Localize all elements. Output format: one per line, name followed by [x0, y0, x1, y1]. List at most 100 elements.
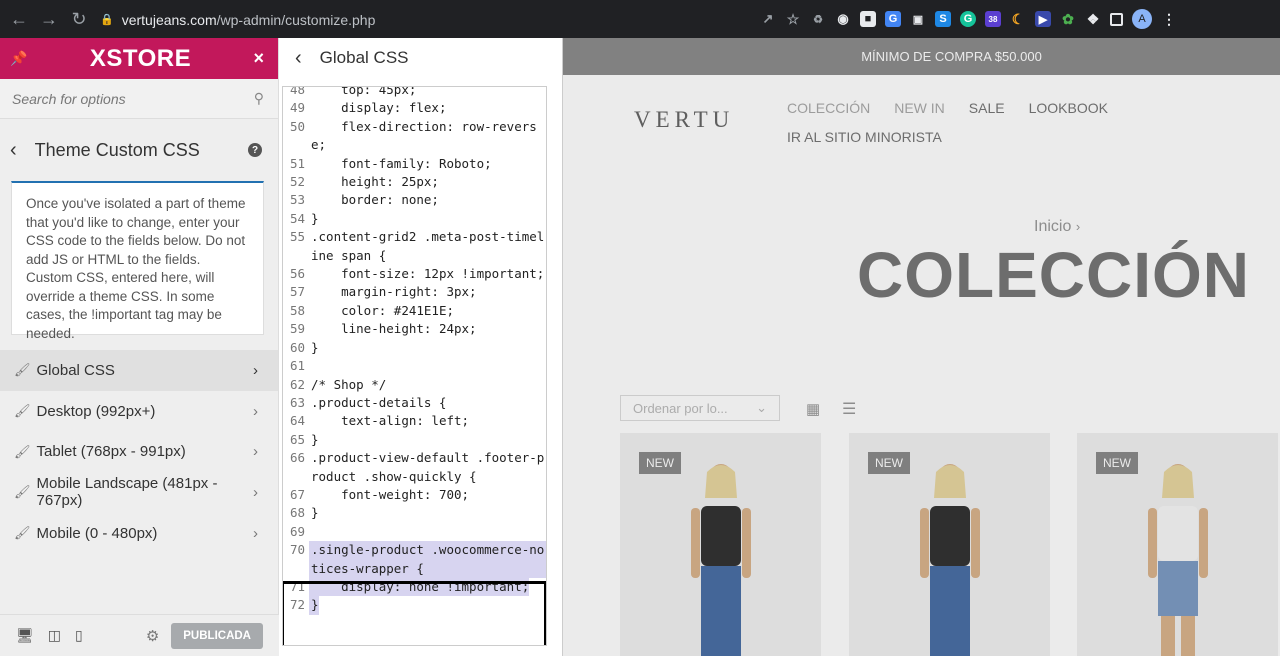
line-number: 57 [289, 284, 305, 300]
menu-item-tablet[interactable]: 🖌 Tablet (768px - 991px) › [0, 431, 278, 472]
menu-item-mobile-landscape[interactable]: 🖌 Mobile Landscape (481px - 767px) › [0, 472, 278, 513]
line-number: 61 [289, 358, 305, 374]
site-logo[interactable]: VERTU [634, 107, 734, 133]
publish-button[interactable]: PUBLICADA [171, 622, 263, 649]
line-number: 69 [289, 523, 305, 539]
camera-extension-icon[interactable]: ▣ [910, 11, 926, 27]
nav-item-coleccion[interactable]: COLECCIÓN [787, 100, 870, 116]
code-text: display: flex; [311, 100, 447, 116]
customizer-sidebar: 📌 XSTORE × Search for options ⚲ ‹ Theme … [0, 38, 279, 656]
nav-item-lookbook[interactable]: LOOKBOOK [1029, 100, 1108, 116]
breadcrumb-home[interactable]: Inicio [1034, 218, 1071, 235]
code-text: line-height: 24px; [311, 321, 477, 337]
code-line: 52 height: 25px; [283, 173, 546, 191]
nav-item-new-in[interactable]: NEW IN [894, 100, 945, 116]
code-line: 59 line-height: 24px; [283, 320, 546, 338]
code-text: color: #241E1E; [311, 302, 454, 318]
code-text: } [311, 431, 319, 447]
code-line: 66 .product-view-default .footer-product … [283, 449, 546, 486]
sort-select[interactable]: Ordenar por lo... ⌄ [620, 395, 780, 421]
menu-item-label: Mobile Landscape (481px - 767px) [36, 475, 218, 510]
product-card[interactable]: NEW [849, 433, 1050, 656]
brand-bar: 📌 XSTORE × [0, 38, 278, 79]
browser-toolbar: ← → ↻ 🔒 vertujeans.com/wp-admin/customiz… [0, 0, 1280, 38]
list-view-icon[interactable]: ☰ [842, 399, 856, 419]
share-icon[interactable]: ↗ [760, 11, 776, 27]
grammarly-extension-icon[interactable]: G [960, 11, 976, 27]
back-chevron-icon[interactable]: ‹ [295, 47, 302, 70]
code-line: 62 /* Shop */ [283, 376, 546, 394]
page-title: COLECCIÓN [857, 239, 1250, 311]
url-host: vertujeans.com [121, 11, 217, 28]
help-icon[interactable]: ? [248, 143, 262, 157]
menu-item-global-css[interactable]: 🖌 Global CSS › [0, 350, 278, 391]
chevron-right-icon: › [253, 361, 258, 379]
code-text: .content-grid2 .meta-post-timeline span … [311, 229, 545, 263]
brush-icon: 🖌 [14, 362, 31, 378]
pin-icon[interactable]: 📌 [10, 50, 27, 67]
close-icon[interactable]: × [253, 48, 264, 69]
section-title: Theme Custom CSS [34, 139, 200, 160]
nav-item-sale[interactable]: SALE [969, 100, 1005, 116]
site-preview: MÍNIMO DE COMPRA $50.000 VERTU COLECCIÓN… [563, 38, 1280, 656]
s-extension-icon[interactable]: S [935, 11, 951, 27]
menu-item-desktop[interactable]: 🖌 Desktop (992px+) › [0, 391, 278, 432]
sidepanel-icon[interactable] [1110, 12, 1123, 26]
leaf-extension-icon[interactable]: ✿ [1060, 11, 1076, 27]
sort-select-label: Ordenar por lo... [633, 400, 728, 416]
reload-icon[interactable]: ↻ [68, 8, 90, 30]
star-icon[interactable]: ☆ [785, 11, 801, 27]
css-editor-panel: ‹ Global CSS 48 top: 45px; 49 display: fl… [279, 38, 563, 656]
desktop-preview-icon[interactable]: 🖥 [16, 627, 34, 644]
line-number: 68 [289, 505, 305, 521]
gear-icon[interactable]: ⚙ [146, 627, 159, 645]
globe-icon[interactable]: ◉ [835, 11, 851, 27]
line-number: 62 [289, 376, 305, 392]
search-options[interactable]: Search for options ⚲ [0, 79, 278, 119]
tablet-preview-icon[interactable]: ◫ [48, 627, 61, 644]
moon-extension-icon[interactable]: ☾ [1010, 11, 1026, 27]
puzzle-icon[interactable]: ❖ [1085, 11, 1101, 27]
back-arrow-icon[interactable]: ← [8, 8, 30, 30]
recycle-icon[interactable]: ♻ [810, 11, 826, 27]
chevron-right-icon: › [253, 524, 258, 542]
code-line: 53 border: none; [283, 191, 546, 209]
code-text: .product-view-default .footer-product .s… [311, 450, 545, 484]
nav-item-minorista[interactable]: IR AL SITIO MINORISTA [787, 129, 942, 145]
product-card[interactable]: NEW [620, 433, 821, 656]
code-line: 60} [283, 339, 546, 357]
menu-item-mobile[interactable]: 🖌 Mobile (0 - 480px) › [0, 513, 278, 554]
forward-arrow-icon[interactable]: → [38, 8, 60, 30]
line-number: 51 [289, 155, 305, 171]
line-number: 60 [289, 339, 305, 355]
chat-extension-icon[interactable]: ■ [860, 11, 876, 27]
brush-icon: 🖌 [14, 484, 31, 500]
grid-view-icon[interactable]: ▦ [806, 400, 820, 418]
url-path: /wp-admin/customize.php [216, 11, 376, 28]
code-text: margin-right: 3px; [311, 284, 477, 300]
mobile-preview-icon[interactable]: ▯ [75, 627, 83, 644]
line-number: 55 [289, 229, 305, 245]
line-number: 49 [289, 100, 305, 116]
code-line: 64 text-align: left; [283, 412, 546, 430]
badge-extension-icon[interactable]: 38 [985, 11, 1001, 27]
code-line: 58 color: #241E1E; [283, 302, 546, 320]
avatar[interactable]: A [1132, 9, 1152, 29]
code-line: 67 font-weight: 700; [283, 486, 546, 504]
search-icon: ⚲ [253, 90, 264, 106]
line-number: 67 [289, 486, 305, 502]
line-number: 52 [289, 174, 305, 190]
video-extension-icon[interactable]: ▶ [1035, 11, 1051, 27]
translate-extension-icon[interactable]: G [885, 11, 901, 27]
chevron-right-icon: › [253, 483, 258, 501]
back-chevron-icon[interactable]: ‹ [10, 139, 17, 162]
code-line: 50 flex-direction: row-reverse; [283, 118, 546, 155]
brush-icon: 🖌 [14, 525, 31, 541]
css-menu: 🖌 Global CSS › 🖌 Desktop (992px+) › 🖌 Table… [0, 350, 278, 553]
highlight-frame [283, 581, 546, 645]
search-input[interactable]: Search for options [12, 91, 126, 107]
kebab-menu-icon[interactable]: ⋮ [1161, 11, 1177, 27]
css-code-editor[interactable]: 48 top: 45px; 49 display: flex; 50 flex-di… [282, 86, 547, 646]
product-card[interactable]: NEW [1077, 433, 1278, 656]
line-number: 56 [289, 266, 305, 282]
